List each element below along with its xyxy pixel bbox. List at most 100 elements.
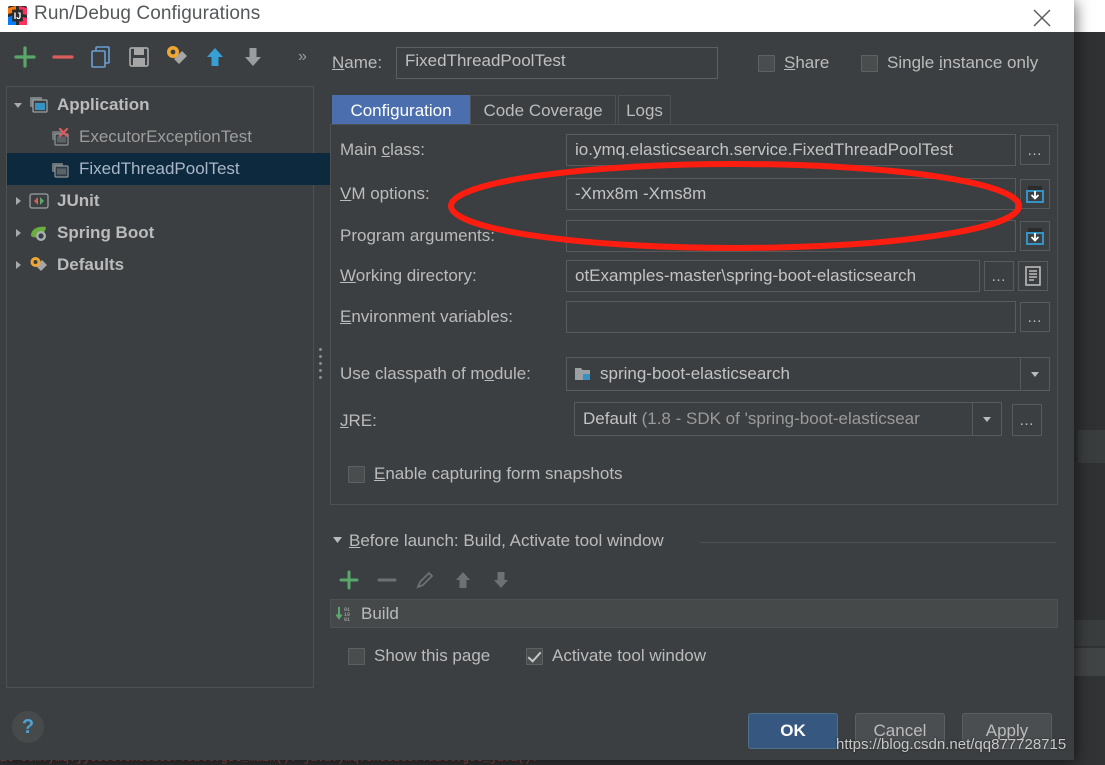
working-directory-macros-button[interactable] [1018, 261, 1048, 291]
copy-configuration-button[interactable] [86, 42, 116, 72]
pencil-icon [416, 571, 434, 589]
environment-variables-input[interactable] [566, 301, 1016, 333]
tree-node-defaults[interactable]: Defaults [7, 249, 313, 281]
share-checkbox-label: Share [784, 53, 830, 72]
help-question-icon: ? [21, 716, 35, 738]
triangle-down-icon[interactable] [7, 99, 29, 111]
toolbar-overflow-button[interactable]: » [298, 48, 307, 66]
svg-text:01: 01 [344, 617, 350, 623]
working-directory-browse-button[interactable]: … [984, 261, 1014, 291]
environment-variables-label: Environment variables: [340, 307, 513, 326]
move-down-button[interactable] [238, 42, 268, 72]
background-titlebar-strip [1074, 0, 1105, 32]
before-launch-move-up-button [450, 567, 478, 593]
jre-combo[interactable]: Default (1.8 - SDK of 'spring-boot-elast… [574, 402, 1002, 436]
program-arguments-label: Program arguments: [340, 226, 495, 245]
spring-boot-leaf-icon [29, 224, 51, 242]
tree-node-fixed-thread-pool-test[interactable]: FixedThreadPoolTest [7, 153, 357, 185]
ok-button[interactable]: OK [748, 713, 838, 749]
insert-macro-icon [1025, 266, 1041, 286]
tree-node-label: Application [57, 95, 150, 114]
background-panel-c [1074, 620, 1105, 646]
name-label: Name: [332, 53, 383, 72]
triangle-right-icon[interactable] [7, 259, 29, 271]
show-this-page-checkbox[interactable]: Show this page [348, 646, 490, 666]
show-this-page-checkbox-label: Show this page [374, 646, 491, 665]
before-launch-task-list[interactable]: 01 10 01 Build [330, 599, 1058, 628]
activate-tool-window-checkbox-box [526, 647, 543, 665]
before-launch-move-down-button [488, 567, 516, 593]
activate-tool-window-checkbox-label: Activate tool window [552, 646, 707, 665]
tab-configuration[interactable]: Configuration [332, 95, 470, 125]
chevron-down-icon[interactable] [1020, 358, 1049, 390]
screen-root: at com.ymq.jjtest.executor.call.get_main… [0, 0, 1105, 765]
application-folder-icon [29, 96, 51, 114]
environment-variables-browse-button[interactable]: … [1020, 302, 1050, 332]
tree-node-label: Defaults [57, 255, 125, 274]
watermark-text: https://blog.csdn.net/qq877728715 [836, 736, 1067, 753]
background-panel-b [1078, 463, 1105, 620]
tree-node-label: Spring Boot [57, 223, 155, 242]
enable-snapshots-checkbox-label: Enable capturing form snapshots [374, 464, 623, 483]
activate-tool-window-checkbox[interactable]: Activate tool window [526, 646, 706, 666]
classpath-module-combo[interactable]: spring-boot-elasticsearch [566, 357, 1050, 391]
help-button[interactable]: ? [12, 711, 44, 743]
share-checkbox[interactable]: Share [758, 53, 829, 73]
edit-defaults-button[interactable] [162, 42, 192, 72]
single-instance-checkbox-label: Single instance only [887, 53, 1039, 72]
main-class-input[interactable]: io.ymq.elasticsearch.service.FixedThread… [566, 134, 1016, 166]
tree-node-executor-exception-test[interactable]: ExecutorExceptionTest [7, 121, 357, 153]
close-icon[interactable] [1022, 2, 1062, 30]
enable-capturing-form-snapshots-checkbox[interactable]: Enable capturing form snapshots [348, 464, 623, 484]
configurations-tree: Application ExecutorExceptionTest FixedT… [6, 86, 357, 688]
main-class-browse-button[interactable]: … [1020, 135, 1050, 165]
move-up-button[interactable] [200, 42, 230, 72]
vm-options-expand-button[interactable] [1020, 179, 1050, 209]
background-editor-area [1078, 32, 1105, 430]
program-arguments-expand-button[interactable] [1020, 221, 1050, 251]
panel-splitter[interactable] [316, 86, 326, 688]
defaults-wrench-icon [29, 256, 51, 274]
dialog-title: Run/Debug Configurations [34, 3, 261, 24]
chevron-down-icon[interactable] [972, 403, 1001, 435]
add-configuration-button[interactable] [10, 42, 40, 72]
vm-options-label: VM options: [340, 184, 430, 203]
single-instance-checkbox[interactable]: Single instance only [861, 53, 1038, 73]
save-configuration-button[interactable] [124, 42, 154, 72]
tree-node-application[interactable]: Application [7, 89, 313, 121]
tab-code-coverage[interactable]: Code Coverage [470, 95, 616, 125]
jre-label: JRE: [340, 411, 377, 430]
remove-configuration-button[interactable] [48, 42, 78, 72]
jre-browse-button[interactable]: … [1012, 404, 1042, 436]
before-launch-task-label: Build [361, 603, 399, 623]
name-input[interactable]: FixedThreadPoolTest [396, 47, 718, 79]
expand-editor-icon [1026, 186, 1044, 203]
intellij-idea-icon: IJ [8, 6, 27, 25]
run-debug-configurations-dialog: IJ Run/Debug Configurations » Name: Fixe… [0, 0, 1074, 760]
before-launch-header[interactable]: Before launch: Build, Activate tool wind… [332, 531, 664, 551]
background-panel-e [1074, 676, 1105, 765]
enable-snapshots-checkbox-box [348, 465, 365, 483]
classpath-module-label: Use classpath of module: [340, 364, 531, 383]
tree-node-label: FixedThreadPoolTest [79, 159, 240, 178]
tree-node-label: JUnit [57, 191, 100, 210]
tab-logs[interactable]: Logs [618, 95, 671, 125]
triangle-right-icon[interactable] [7, 195, 29, 207]
tree-node-junit[interactable]: JUnit [7, 185, 313, 217]
before-launch-divider [700, 542, 1056, 543]
program-arguments-input[interactable] [566, 220, 1016, 252]
triangle-down-icon[interactable] [332, 532, 343, 550]
jre-value: Default (1.8 - SDK of 'spring-boot-elast… [583, 409, 920, 428]
dialog-titlebar: IJ Run/Debug Configurations [0, 0, 1074, 32]
before-launch-header-label: Before launch: Build, Activate tool wind… [349, 531, 664, 550]
working-directory-label: Working directory: [340, 266, 477, 285]
share-checkbox-box [758, 54, 775, 72]
vm-options-input[interactable]: -Xmx8m -Xms8m [566, 178, 1016, 210]
build-compile-icon: 01 10 01 [335, 604, 355, 624]
tree-node-spring-boot[interactable]: Spring Boot [7, 217, 313, 249]
svg-text:IJ: IJ [14, 11, 22, 21]
working-directory-input[interactable]: otExamples-master\spring-boot-elasticsea… [566, 260, 980, 292]
tree-node-label: ExecutorExceptionTest [79, 127, 252, 146]
triangle-right-icon[interactable] [7, 227, 29, 239]
before-launch-add-button[interactable] [336, 567, 364, 593]
